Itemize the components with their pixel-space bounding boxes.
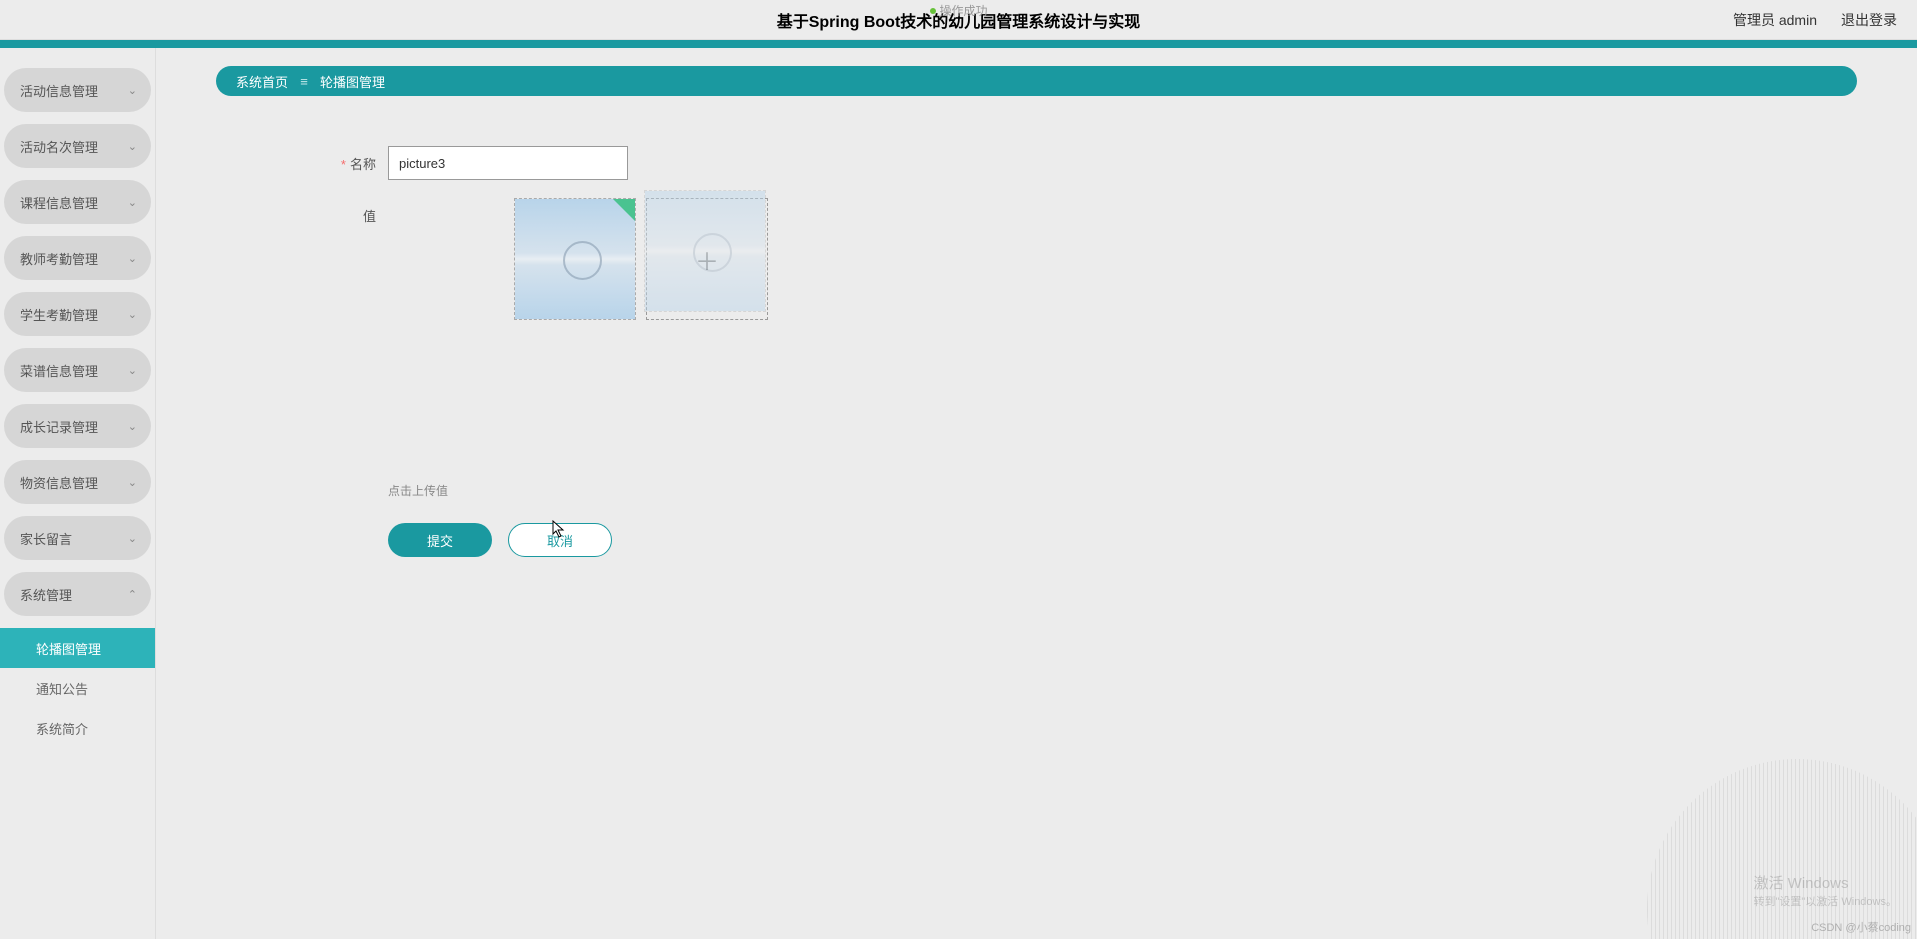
chevron-down-icon: ⌄ (128, 364, 137, 377)
sidebar-item-label: 系统管理 (20, 585, 72, 604)
success-dot-icon (929, 8, 935, 14)
breadcrumb-sep-icon: ≡ (298, 74, 310, 89)
upload-hint: 点击上传值 (388, 482, 1857, 499)
chevron-down-icon: ⌄ (128, 476, 137, 489)
upload-thumbnail-1[interactable] (514, 198, 636, 320)
chevron-down-icon: ⌄ (128, 252, 137, 265)
sidebar-item-label: 物资信息管理 (20, 473, 98, 492)
required-icon: * (341, 157, 346, 172)
sidebar-sub-label: 轮播图管理 (36, 639, 101, 658)
upload-thumbnail-ghost (644, 190, 766, 312)
sidebar-sub-notice[interactable]: 通知公告 (0, 668, 155, 708)
sidebar-item-teacher-attendance[interactable]: 教师考勤管理 ⌄ (4, 236, 151, 280)
name-label: *名称 (296, 146, 376, 173)
sidebar-item-label: 活动信息管理 (20, 81, 98, 100)
sidebar-item-label: 课程信息管理 (20, 193, 98, 212)
chevron-down-icon: ⌄ (128, 140, 137, 153)
teal-divider (0, 40, 1917, 48)
admin-label[interactable]: 管理员 admin (1733, 10, 1817, 30)
chevron-down-icon: ⌄ (128, 420, 137, 433)
image-preview (515, 199, 635, 319)
name-input[interactable] (388, 146, 628, 180)
sidebar-item-label: 家长留言 (20, 529, 72, 548)
form-row-value: 值 ＋ (296, 198, 1857, 320)
sidebar-item-recipe-info[interactable]: 菜谱信息管理 ⌄ (4, 348, 151, 392)
sidebar-item-growth-record[interactable]: 成长记录管理 ⌄ (4, 404, 151, 448)
sidebar-item-material-info[interactable]: 物资信息管理 ⌄ (4, 460, 151, 504)
chevron-down-icon: ⌄ (128, 532, 137, 545)
sidebar-item-system[interactable]: 系统管理 ⌃ (4, 572, 151, 616)
form-row-name: *名称 (296, 146, 1857, 180)
chevron-up-icon: ⌃ (128, 588, 137, 601)
sidebar-sub-carousel[interactable]: 轮播图管理 (0, 628, 155, 668)
breadcrumb-home[interactable]: 系统首页 (236, 72, 288, 91)
breadcrumb: 系统首页 ≡ 轮播图管理 (216, 66, 1857, 96)
chevron-down-icon: ⌄ (128, 84, 137, 97)
main-content: 系统首页 ≡ 轮播图管理 *名称 值 (156, 48, 1917, 939)
form: *名称 值 ＋ (296, 146, 1857, 557)
sidebar-item-activity-info[interactable]: 活动信息管理 ⌄ (4, 68, 151, 112)
chevron-down-icon: ⌄ (128, 308, 137, 321)
sidebar-item-course-info[interactable]: 课程信息管理 ⌄ (4, 180, 151, 224)
header-right: 管理员 admin 退出登录 (1733, 10, 1897, 30)
logout-link[interactable]: 退出登录 (1841, 10, 1897, 30)
breadcrumb-current: 轮播图管理 (320, 72, 385, 91)
sidebar: 活动信息管理 ⌄ 活动名次管理 ⌄ 课程信息管理 ⌄ 教师考勤管理 ⌄ 学生考勤… (0, 48, 156, 939)
sidebar-item-student-attendance[interactable]: 学生考勤管理 ⌄ (4, 292, 151, 336)
cancel-button[interactable]: 取消 (508, 523, 612, 557)
notification-toast: 操作成功 (929, 2, 987, 19)
chevron-down-icon: ⌄ (128, 196, 137, 209)
sidebar-item-label: 菜谱信息管理 (20, 361, 98, 380)
sidebar-sub-about[interactable]: 系统简介 (0, 708, 155, 748)
value-label: 值 (296, 198, 376, 225)
sidebar-item-label: 学生考勤管理 (20, 305, 98, 324)
sidebar-sub-label: 通知公告 (36, 679, 88, 698)
sidebar-item-label: 成长记录管理 (20, 417, 98, 436)
image-preview (645, 191, 765, 311)
sidebar-item-activity-rank[interactable]: 活动名次管理 ⌄ (4, 124, 151, 168)
sidebar-item-label: 教师考勤管理 (20, 249, 98, 268)
upload-area: ＋ (514, 198, 768, 320)
submit-button[interactable]: 提交 (388, 523, 492, 557)
sidebar-item-label: 活动名次管理 (20, 137, 98, 156)
button-row: 提交 取消 (388, 523, 1857, 557)
sidebar-item-parent-message[interactable]: 家长留言 ⌄ (4, 516, 151, 560)
notification-text: 操作成功 (939, 2, 987, 19)
sidebar-sub-label: 系统简介 (36, 719, 88, 738)
container: 活动信息管理 ⌄ 活动名次管理 ⌄ 课程信息管理 ⌄ 教师考勤管理 ⌄ 学生考勤… (0, 48, 1917, 939)
